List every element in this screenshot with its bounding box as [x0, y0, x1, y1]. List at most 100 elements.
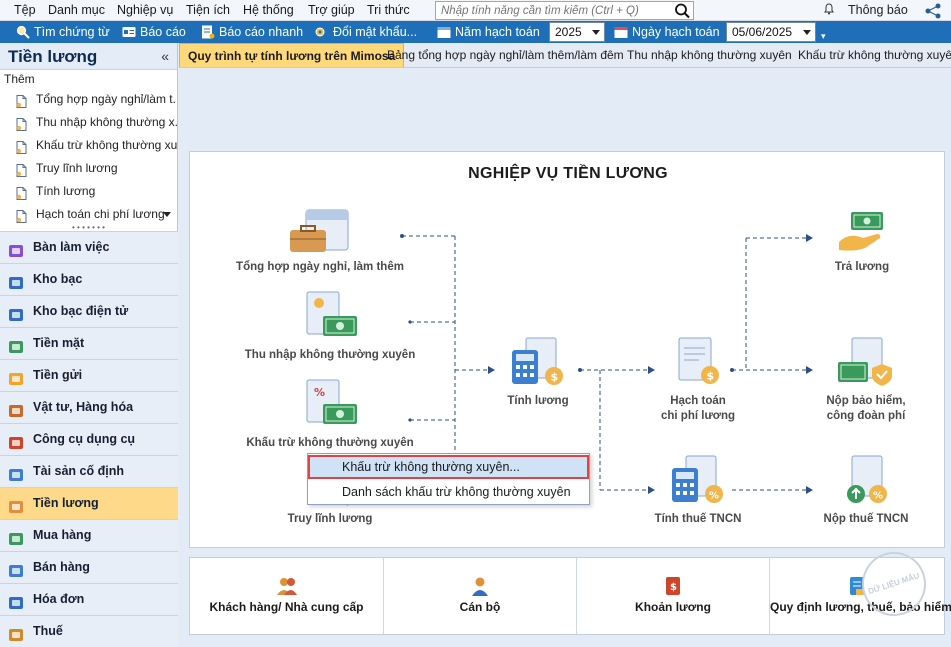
module-label: Bàn làm việc [33, 240, 110, 254]
node-pit-calculation[interactable]: % Tính thuế TNCN [648, 454, 748, 527]
toolbar-overflow-icon[interactable]: ▾ [821, 31, 826, 42]
fiscal-year-select[interactable]: 2025 [549, 22, 605, 42]
quick-report-label: Báo cáo nhanh [219, 25, 304, 39]
chevron-down-icon[interactable] [163, 212, 171, 217]
report-icon [122, 24, 136, 38]
staff-icon [472, 577, 488, 596]
add-shortcut-label: Thu nhập không thường x... [36, 115, 177, 129]
node-pay-salary[interactable]: Trả lương [814, 208, 910, 275]
tab-leave-overtime-summary[interactable]: Bảng tổng hợp ngày nghỉ/làm thêm/làm đêm [379, 43, 632, 67]
node-pit-payment[interactable]: % Nộp thuế TNCN [806, 454, 926, 527]
quick-report-button[interactable]: Báo cáo nhanh [201, 21, 303, 43]
feature-search[interactable] [435, 1, 694, 20]
module-icon [8, 496, 24, 513]
add-shortcut-item[interactable]: Tính lương [0, 180, 177, 203]
node-leave-summary[interactable]: Tổng hợp ngày nghỉ, làm thêm [230, 208, 410, 275]
search-icon [16, 24, 30, 39]
node-calculate-salary[interactable]: $ Tính lương [490, 336, 586, 409]
node-insurance-payment-label-2: công đoàn phí [826, 410, 906, 422]
module-item[interactable]: Kho bạc điện tử [0, 295, 178, 327]
tax-payment-icon: % [847, 455, 887, 503]
module-item[interactable]: Thuế [0, 615, 178, 647]
add-shortcut-item[interactable]: Khấu trừ không thường xu... [0, 134, 177, 157]
share-icon[interactable] [922, 2, 946, 22]
node-salary-posting[interactable]: $ Hạch toán chi phí lương [650, 336, 746, 424]
search-input[interactable] [436, 2, 666, 19]
tab-salary-process[interactable]: Quy trình tự tính lương trên Mimosa [179, 43, 405, 67]
find-voucher-button[interactable]: Tìm chứng từ [16, 21, 110, 43]
shortcut-bar: Khách hàng/ Nhà cung cấp Cán bộ $ Khoản … [189, 557, 951, 635]
tab-irregular-deduction[interactable]: Khấu trừ không thường xuyên [790, 43, 951, 67]
menu-bar: Tệp Danh mục Nghiệp vụ Tiện ích Hệ thống… [0, 0, 951, 21]
add-shortcut-label: Khấu trừ không thường xu... [36, 138, 177, 152]
shortcut-customers-suppliers[interactable]: Khách hàng/ Nhà cung cấp [190, 558, 384, 634]
svg-text:%: % [873, 491, 883, 502]
context-menu: Khấu trừ không thường xuyên... Danh sách… [307, 453, 590, 505]
module-item[interactable]: Tiền gửi [0, 359, 178, 391]
module-item[interactable]: Công cụ dụng cụ [0, 423, 178, 455]
tab-bar: Quy trình tự tính lương trên Mimosa Bảng… [179, 43, 951, 68]
menu-utilities[interactable]: Tiện ích [186, 3, 230, 17]
menu-item-add-deduction[interactable]: Khấu trừ không thường xuyên... [308, 455, 589, 479]
tax-calculator-icon: % [672, 455, 723, 503]
add-shortcut-item[interactable]: Thu nhập không thường x... [0, 111, 177, 134]
node-pit-calculation-label: Tính thuế TNCN [654, 513, 742, 525]
add-shortcut-item[interactable]: Truy lĩnh lương [0, 157, 177, 180]
svg-text:$: $ [670, 582, 677, 593]
node-insurance-payment[interactable]: Nộp bảo hiểm, công đoàn phí [806, 336, 926, 424]
notification-label: Thông báo [848, 3, 908, 17]
report-button[interactable]: Báo cáo [122, 21, 186, 43]
posting-date-picker[interactable]: 05/06/2025 [726, 22, 816, 42]
document-icon [16, 208, 27, 226]
search-icon[interactable] [674, 3, 691, 22]
document-icon [16, 162, 27, 180]
menu-system[interactable]: Hệ thống [243, 3, 294, 17]
menu-catalog[interactable]: Danh mục [48, 3, 105, 17]
tab-irregular-income[interactable]: Thu nhập không thường xuyên [619, 43, 800, 67]
module-item[interactable]: Tiền lương [0, 487, 178, 519]
shortcut-salary-items-label: Khoản lương [635, 600, 711, 614]
menu-knowledge[interactable]: Tri thức [367, 3, 410, 17]
calculator-icon: $ [512, 337, 563, 385]
shortcut-staff[interactable]: Cán bộ [384, 558, 577, 634]
module-label: Thuế [33, 624, 63, 638]
quick-report-icon [201, 24, 215, 39]
notification-button[interactable]: Thông báo [824, 3, 908, 17]
menu-help[interactable]: Trợ giúp [308, 3, 355, 17]
node-salary-posting-label-2: chi phí lương [661, 410, 735, 422]
node-pit-payment-label: Nộp thuế TNCN [823, 513, 909, 525]
node-pay-salary-label: Trả lương [834, 261, 890, 273]
shortcut-salary-items[interactable]: $ Khoản lương [577, 558, 770, 634]
module-item[interactable]: Tiền mặt [0, 327, 178, 359]
add-shortcut-item[interactable]: Hạch toán chi phí lương [0, 203, 177, 226]
module-item[interactable]: Bán hàng [0, 551, 178, 583]
posting-date-label: Ngày hạch toán [614, 21, 720, 43]
node-calculate-salary-label: Tính lương [507, 395, 569, 407]
document-icon [16, 185, 27, 203]
document-icon [16, 93, 27, 111]
node-irregular-deduction[interactable]: % Khấu trừ không thường xuyên [230, 378, 430, 451]
module-item[interactable]: Hóa đơn [0, 583, 178, 615]
shortcut-customers-suppliers-label: Khách hàng/ Nhà cung cấp [209, 600, 364, 614]
module-item[interactable]: Tài sản cố định [0, 455, 178, 487]
menu-file[interactable]: Tệp [14, 3, 36, 17]
find-voucher-label: Tìm chứng từ [34, 25, 110, 39]
menu-item-deduction-list[interactable]: Danh sách khấu trừ không thường xuyên [308, 480, 589, 504]
collapse-panel-icon[interactable]: « [161, 43, 169, 70]
module-item[interactable]: Vật tư, Hàng hóa [0, 391, 178, 423]
module-item[interactable]: Mua hàng [0, 519, 178, 551]
document-icon [16, 116, 27, 134]
node-irregular-income[interactable]: Thu nhập không thường xuyên [230, 290, 430, 363]
calendar-icon [614, 24, 628, 38]
change-password-button[interactable]: Đổi mật khẩu... [315, 21, 417, 43]
module-icon [8, 240, 24, 257]
add-shortcut-label: Hạch toán chi phí lương [36, 207, 165, 221]
module-icon [8, 272, 24, 289]
add-shortcut-item[interactable]: Tổng hợp ngày nghỉ/làm t... [0, 88, 177, 111]
module-icon [8, 464, 24, 481]
deduction-document-icon: % [306, 379, 357, 424]
income-document-icon [306, 291, 357, 336]
module-item[interactable]: Bàn làm việc [0, 231, 178, 263]
module-item[interactable]: Kho bạc [0, 263, 178, 295]
menu-operations[interactable]: Nghiệp vụ [117, 3, 173, 17]
